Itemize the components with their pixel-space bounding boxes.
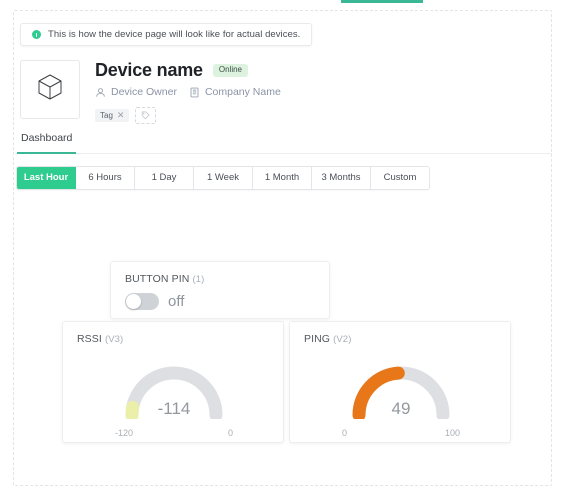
button-pin-toggle-row: off [125, 293, 315, 310]
status-badge: Online [212, 63, 248, 77]
widget-button-pin: BUTTON PIN (1) off [110, 261, 330, 319]
user-icon [95, 87, 106, 98]
button-pin-toggle[interactable] [125, 293, 159, 310]
tag-chip-label: Tag [100, 110, 113, 120]
info-circle-icon [32, 30, 41, 39]
widget-rssi-name: RSSI [77, 333, 102, 345]
device-owner[interactable]: Device Owner [95, 86, 177, 98]
widget-button-pin-pin: (1) [192, 274, 205, 285]
ping-gauge-max-label: 100 [444, 428, 460, 438]
section-tabs: Dashboard [15, 132, 552, 154]
device-owner-label: Device Owner [111, 86, 177, 98]
device-header: Device name Online Device Owner Company … [20, 60, 281, 124]
tab-dashboard[interactable]: Dashboard [17, 132, 77, 154]
widget-ping: PING (V2) 49 0 100 [289, 321, 511, 443]
widget-ping-name: PING [304, 333, 331, 345]
device-tag-row: Tag ✕ [95, 107, 281, 124]
device-company-label: Company Name [204, 86, 281, 98]
rssi-gauge-value: -114 [157, 399, 191, 418]
tag-chip[interactable]: Tag ✕ [95, 109, 130, 122]
ping-gauge-min-label: 0 [342, 428, 348, 438]
device-info: Device name Online Device Owner Company … [95, 60, 281, 124]
rssi-gauge-max-label: 0 [227, 428, 233, 438]
info-banner: This is how the device page will look li… [20, 23, 313, 46]
time-range-1-month[interactable]: 1 Month [253, 167, 312, 190]
ping-gauge-value: 49 [391, 399, 411, 418]
page-title: Device name [95, 60, 203, 80]
device-title-row: Device name Online [95, 61, 281, 79]
time-range-1-week[interactable]: 1 Week [194, 167, 253, 190]
add-tag-button[interactable] [135, 107, 157, 125]
widget-rssi: RSSI (V3) -114 -120 0 [62, 321, 284, 443]
building-icon [189, 87, 200, 98]
button-pin-state-label: off [168, 293, 185, 310]
widget-rssi-title: RSSI (V3) [77, 333, 283, 345]
widget-button-pin-name: BUTTON PIN [125, 273, 190, 285]
tag-icon [141, 107, 150, 125]
time-range-last-hour[interactable]: Last Hour [17, 167, 76, 190]
time-range-custom[interactable]: Custom [371, 167, 429, 190]
toggle-knob [126, 294, 141, 309]
widget-rssi-pin: (V3) [104, 334, 124, 345]
close-icon[interactable]: ✕ [117, 111, 125, 120]
cube-icon [37, 73, 63, 106]
device-meta-row: Device Owner Company Name [95, 86, 281, 98]
ping-gauge: 49 0 100 [290, 345, 512, 441]
top-tab-strip [0, 0, 566, 8]
time-range-3-months[interactable]: 3 Months [312, 167, 371, 190]
device-company[interactable]: Company Name [189, 86, 281, 98]
time-range-selector: Last Hour 6 Hours 1 Day 1 Week 1 Month 3… [16, 166, 430, 191]
widget-ping-title: PING (V2) [304, 333, 510, 345]
active-tab-indicator [341, 0, 423, 3]
info-banner-text: This is how the device page will look li… [48, 29, 301, 40]
widget-ping-pin: (V2) [333, 334, 352, 345]
time-range-1-day[interactable]: 1 Day [135, 167, 194, 190]
widget-button-pin-title: BUTTON PIN (1) [125, 273, 315, 285]
time-range-6-hours[interactable]: 6 Hours [76, 167, 135, 190]
device-avatar [20, 60, 80, 119]
rssi-gauge: -114 -120 0 [63, 345, 285, 441]
tab-dashboard-label: Dashboard [21, 132, 73, 144]
rssi-gauge-min-label: -120 [115, 428, 134, 438]
